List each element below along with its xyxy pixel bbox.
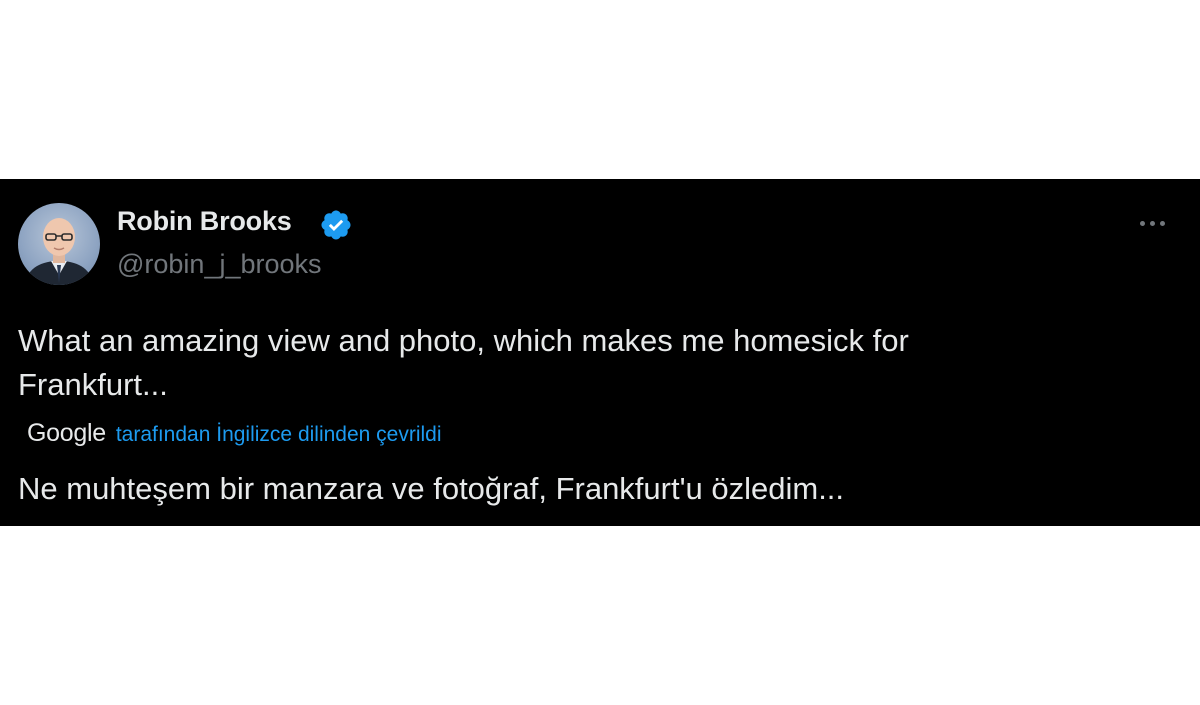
tweet-text: What an amazing view and photo, which ma…: [18, 319, 1118, 407]
verified-badge-icon: [321, 210, 351, 240]
avatar[interactable]: [18, 203, 100, 285]
translation-attribution: Google tarafından İngilizce dilinden çev…: [27, 419, 442, 448]
tweet-card: Robin Brooks @robin_j_brooks What an ama…: [0, 179, 1200, 526]
more-horizontal-icon[interactable]: [1132, 209, 1172, 237]
translated-by-link[interactable]: tarafından İngilizce dilinden çevrildi: [116, 423, 442, 447]
dot: [1149, 220, 1155, 226]
translated-text: Ne muhteşem bir manzara ve fotoğraf, Fra…: [18, 471, 845, 506]
dot: [1139, 220, 1145, 226]
display-name[interactable]: Robin Brooks: [117, 206, 292, 237]
author-handle[interactable]: @robin_j_brooks: [117, 249, 322, 280]
tweet-text-line-1: What an amazing view and photo, which ma…: [18, 323, 909, 358]
dot: [1159, 220, 1165, 226]
tweet-text-line-2: Frankfurt...: [18, 367, 168, 402]
profile-photo-icon: [24, 218, 94, 285]
google-logo: Google: [27, 419, 106, 447]
